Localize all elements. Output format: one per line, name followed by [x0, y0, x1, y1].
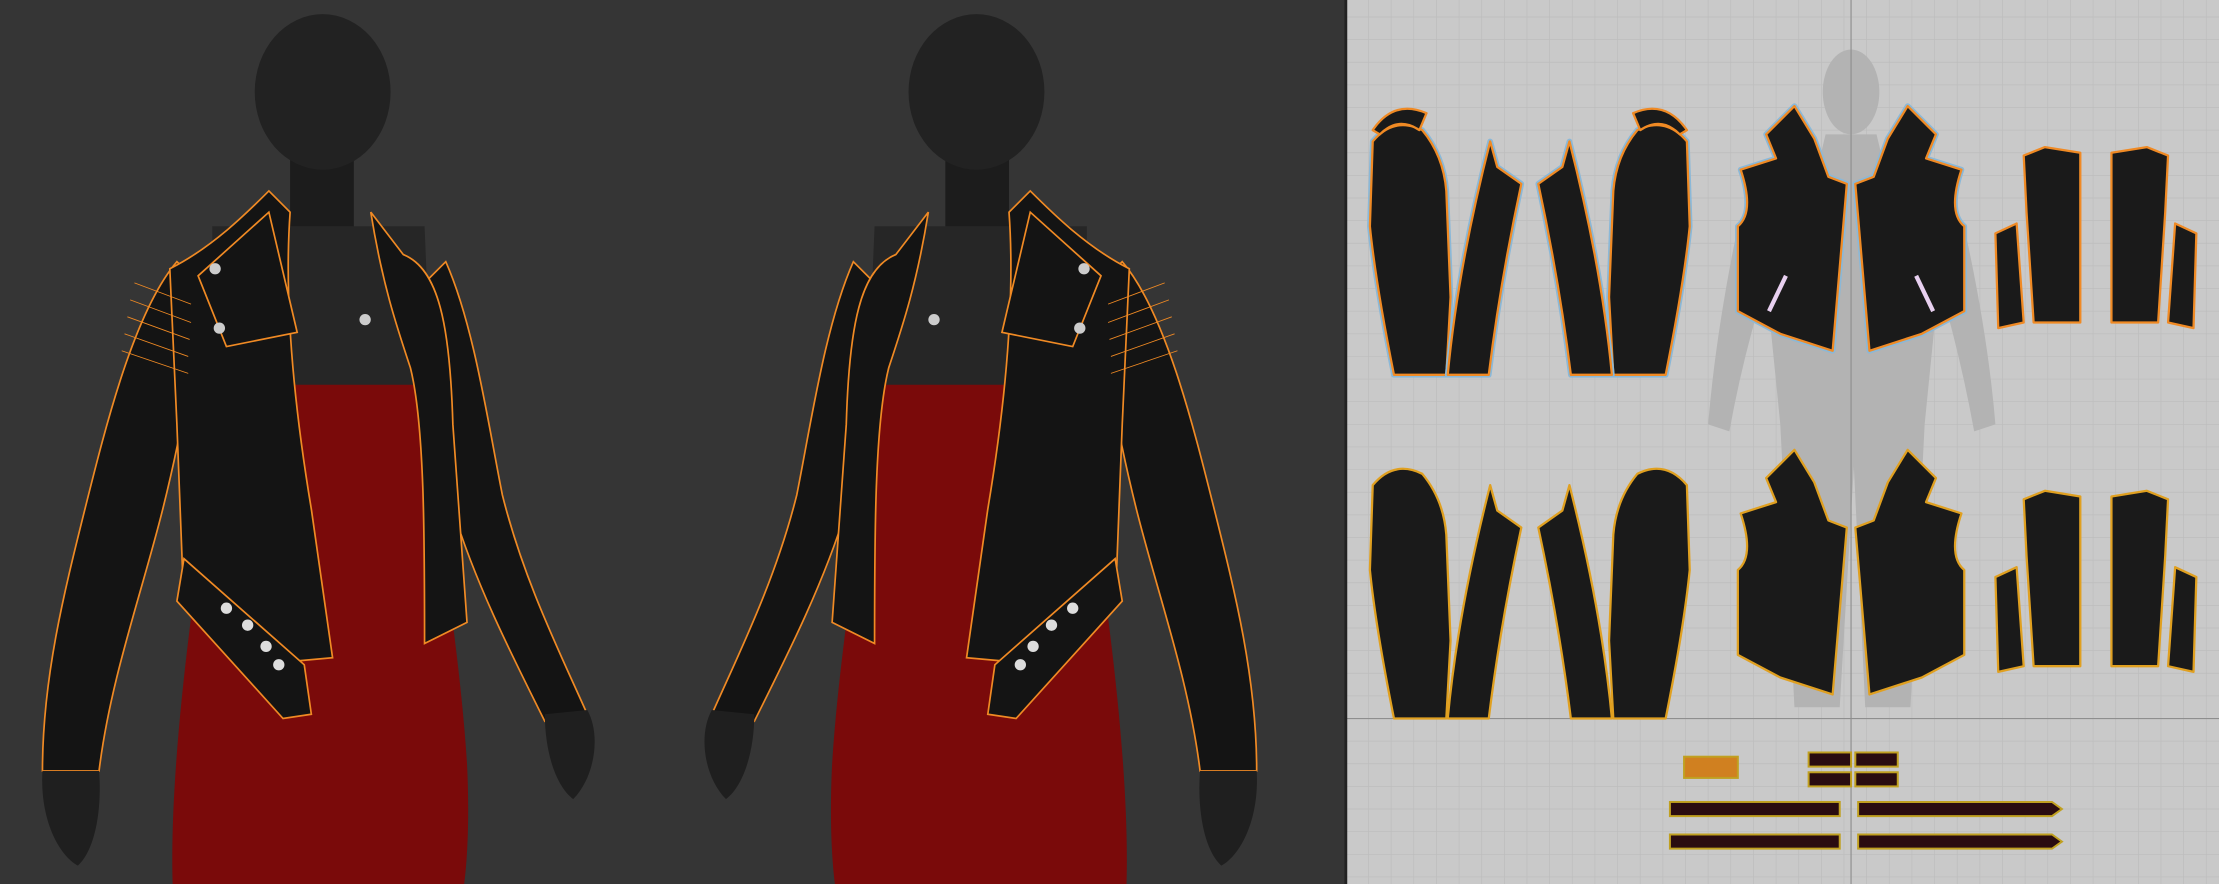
buckle-tab-piece[interactable] — [1807, 771, 1853, 788]
belt-strap-piece[interactable] — [1668, 833, 1841, 850]
back-piece[interactable] — [2110, 145, 2170, 324]
buckle-tab-piece[interactable] — [1807, 751, 1853, 768]
belt-strap-piece[interactable] — [1668, 800, 1841, 818]
belt-loops-piece[interactable] — [1683, 755, 1739, 779]
back-piece[interactable] — [2022, 145, 2082, 324]
viewport-3d[interactable] — [0, 0, 1346, 884]
viewport-2d[interactable] — [1344, 0, 2219, 884]
buckle-tab-piece[interactable] — [1854, 771, 1899, 788]
garment-editor — [0, 0, 2219, 884]
lining-back-piece[interactable] — [2110, 489, 2170, 668]
lining-back-piece[interactable] — [2022, 489, 2082, 668]
belt-tip-piece[interactable] — [1857, 833, 2064, 850]
belt-tip-piece[interactable] — [1857, 800, 2064, 818]
buckle-tab-piece[interactable] — [1854, 751, 1899, 768]
